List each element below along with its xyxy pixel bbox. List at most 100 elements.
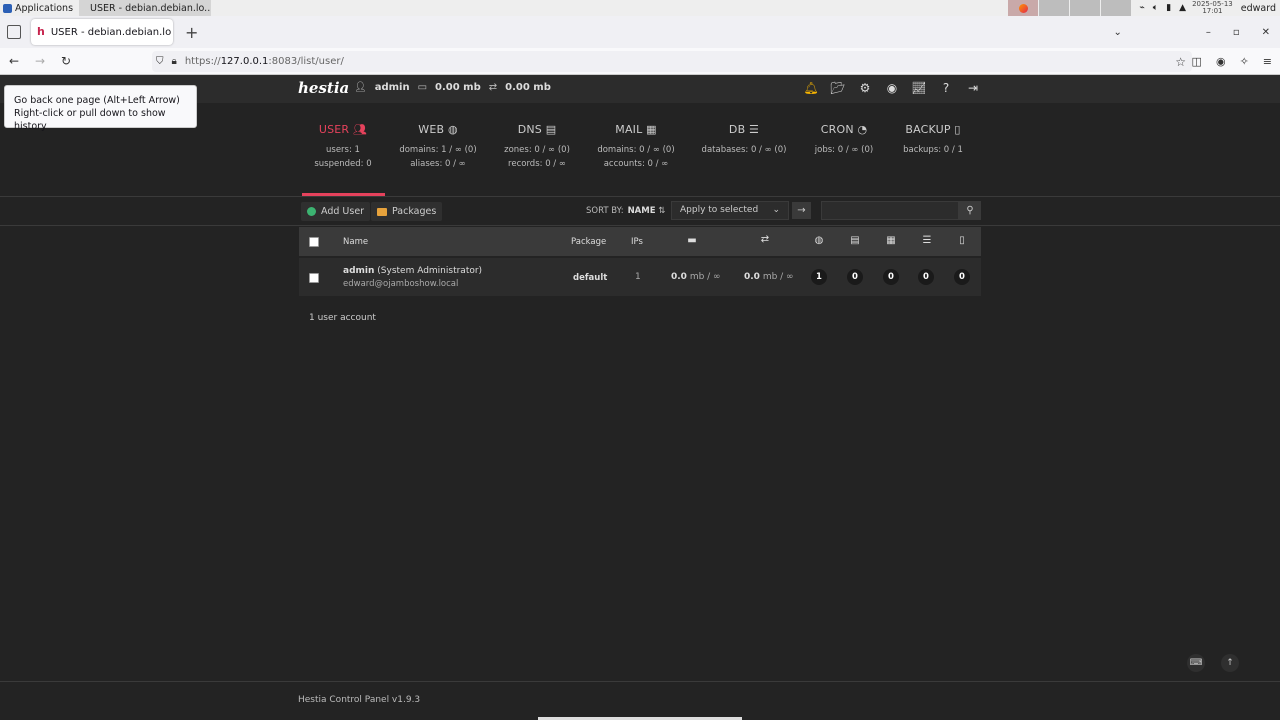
- mail-count-badge: 0: [883, 269, 899, 285]
- applications-label: Applications: [15, 2, 74, 14]
- url-text[interactable]: https://127.0.0.1:8083/list/user/: [185, 56, 344, 67]
- back-icon[interactable]: ←: [2, 54, 26, 68]
- user-email: edward@ojamboshow.local: [343, 279, 459, 289]
- database-icon: ☰: [922, 235, 932, 246]
- sort-by[interactable]: SORT BY: NAME ⇅: [586, 206, 665, 216]
- ips-value: 1: [635, 272, 641, 282]
- user-info: 👤︎ admin ▭ 0.00 mb ⇄ 0.00 mb: [354, 82, 551, 93]
- stat-user[interactable]: USER 👥︎ users: 1 suspended: 0: [305, 123, 381, 171]
- workspace-3[interactable]: [1070, 0, 1101, 16]
- extensions-icon[interactable]: ✧: [1240, 55, 1249, 68]
- os-taskbar: Applications USER - debian.debian.lo... …: [0, 0, 1280, 16]
- search-input[interactable]: [821, 201, 959, 220]
- bulk-action-select[interactable]: Apply to selected ⌄: [671, 201, 789, 220]
- workspace-1[interactable]: [1008, 0, 1039, 16]
- keyboard-shortcuts-icon[interactable]: ⌨: [1187, 654, 1205, 672]
- stat-title: CRON: [820, 123, 854, 136]
- sort-icon: ⇅: [658, 206, 666, 216]
- header-name[interactable]: Name: [343, 237, 368, 247]
- folder-icon[interactable]: 📂︎: [830, 81, 846, 95]
- stat-title: DNS: [517, 123, 542, 136]
- top-user[interactable]: admin: [375, 82, 410, 93]
- hestia-favicon-icon: h: [37, 25, 45, 38]
- browser-tab-bar: h USER - debian.debian.lo ✕ + ⌄ – ▫ ✕: [0, 16, 1280, 48]
- chart-icon[interactable]: 📈︎: [911, 81, 927, 95]
- lock-icon[interactable]: 🔒︎: [172, 56, 177, 67]
- disk-usage: 0.0 mb / ∞: [671, 272, 721, 282]
- book-icon: ▤: [545, 123, 557, 136]
- help-icon[interactable]: ?: [938, 81, 954, 95]
- back-tooltip: Go back one page (Alt+Left Arrow) Right-…: [4, 85, 197, 132]
- pocket-icon[interactable]: ◫: [1192, 55, 1202, 68]
- shield-icon[interactable]: ⛉: [156, 56, 164, 67]
- clock[interactable]: 2025-05-13 17:01: [1192, 1, 1233, 15]
- maximize-icon[interactable]: ▫: [1233, 27, 1240, 38]
- box-icon: [377, 207, 387, 216]
- header-ips[interactable]: IPs: [631, 237, 643, 247]
- stat-line: jobs: 0 / ∞ (0): [814, 145, 874, 155]
- bell-icon[interactable]: 🔔︎: [803, 81, 819, 95]
- taskbar-window-button[interactable]: USER - debian.debian.lo...: [79, 0, 212, 16]
- forward-icon[interactable]: →: [28, 54, 52, 68]
- globe-icon: ◍: [814, 235, 824, 246]
- hestia-logo[interactable]: hestia: [298, 79, 349, 97]
- packages-button[interactable]: Packages: [371, 202, 443, 221]
- add-user-label: Add User: [321, 206, 365, 217]
- new-tab-icon[interactable]: +: [185, 23, 198, 42]
- stat-title: MAIL: [615, 123, 643, 136]
- volume-icon[interactable]: 🔈︎: [1153, 3, 1158, 13]
- stat-mail[interactable]: MAIL ▦ domains: 0 / ∞ (0) accounts: 0 / …: [594, 123, 678, 171]
- stat-db[interactable]: DB ☰ databases: 0 / ∞ (0): [698, 123, 790, 157]
- username[interactable]: admin: [343, 266, 374, 276]
- bookmark-star-icon[interactable]: ☆: [1175, 55, 1186, 69]
- add-user-button[interactable]: Add User: [301, 202, 371, 221]
- stat-title: DB: [728, 123, 746, 136]
- stat-cron[interactable]: CRON ◔ jobs: 0 / ∞ (0): [808, 123, 880, 157]
- gear-icon[interactable]: ⚙: [857, 81, 873, 95]
- transfer-icon: ⇄: [488, 82, 498, 93]
- network-icon[interactable]: ⌁: [1139, 3, 1144, 13]
- os-user[interactable]: edward: [1241, 3, 1276, 14]
- file-icon: ▯: [954, 123, 961, 136]
- top-disk: 0.00 mb: [435, 82, 481, 93]
- workspace-2[interactable]: [1039, 0, 1070, 16]
- search-icon[interactable]: ⚲: [959, 201, 981, 220]
- user-circle-icon[interactable]: ◉: [884, 81, 900, 95]
- tab-list-chevron-icon[interactable]: ⌄: [1113, 27, 1121, 38]
- url-bar[interactable]: ⛉ 🔒︎ https://127.0.0.1:8083/list/user/ ☆: [152, 51, 1192, 72]
- clock-time: 17:01: [1202, 7, 1223, 15]
- select-all-checkbox[interactable]: [309, 237, 319, 247]
- scroll-top-icon[interactable]: ↑: [1221, 654, 1239, 672]
- sort-value: NAME: [627, 206, 656, 216]
- footer-text: Hestia Control Panel v1.9.3: [298, 695, 421, 705]
- users-icon: 👥︎: [352, 123, 368, 136]
- row-checkbox[interactable]: [309, 273, 319, 283]
- user-role: (System Administrator): [377, 266, 483, 276]
- workspace-4[interactable]: [1101, 0, 1132, 16]
- apply-arrow-button[interactable]: →: [792, 202, 811, 219]
- menu-icon[interactable]: ≡: [1263, 55, 1272, 68]
- top-bandwidth: 0.00 mb: [505, 82, 551, 93]
- web-count-badge: 1: [811, 269, 827, 285]
- applications-menu[interactable]: Applications: [0, 0, 73, 16]
- logout-icon[interactable]: ⇥: [965, 81, 981, 95]
- browser-tab[interactable]: h USER - debian.debian.lo ✕: [31, 19, 173, 45]
- stat-line: users: 1: [326, 145, 360, 155]
- stat-line: domains: 1 / ∞ (0): [399, 145, 477, 155]
- window-close-icon[interactable]: ✕: [1262, 27, 1270, 38]
- notification-icon[interactable]: ▲: [1179, 3, 1186, 13]
- package-value[interactable]: default: [573, 273, 607, 283]
- browser-nav-bar: ← → ↻ ⛉ 🔒︎ https://127.0.0.1:8083/list/u…: [0, 48, 1280, 75]
- account-icon[interactable]: ◉: [1216, 55, 1226, 68]
- mail-icon: ▦: [886, 235, 896, 246]
- stat-dns[interactable]: DNS ▤ zones: 0 / ∞ (0) records: 0 / ∞: [496, 123, 578, 171]
- header-package[interactable]: Package: [571, 237, 606, 247]
- reload-icon[interactable]: ↻: [54, 54, 78, 68]
- tab-overview-icon[interactable]: [7, 25, 21, 39]
- minimize-icon[interactable]: –: [1206, 27, 1211, 38]
- user-name-cell[interactable]: admin (System Administrator): [343, 266, 482, 276]
- stat-line: backups: 0 / 1: [903, 145, 963, 155]
- stat-web[interactable]: WEB ◍ domains: 1 / ∞ (0) aliases: 0 / ∞: [395, 123, 481, 171]
- battery-icon[interactable]: ▮: [1166, 3, 1171, 13]
- stat-backup[interactable]: BACKUP ▯ backups: 0 / 1: [898, 123, 968, 157]
